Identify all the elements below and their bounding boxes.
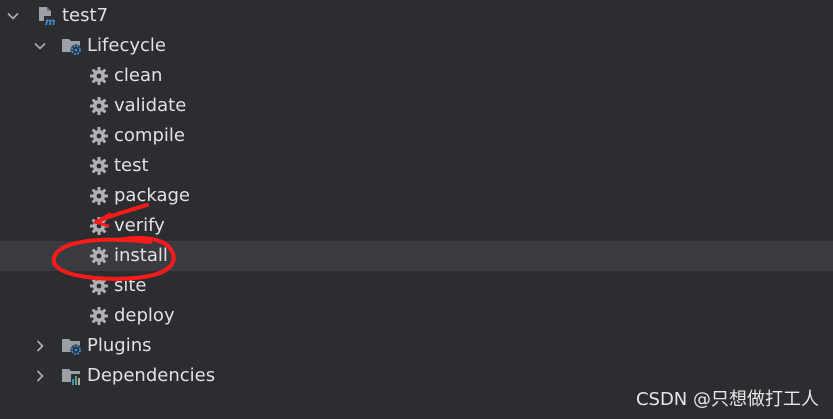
tree-node-label: test — [114, 155, 149, 176]
watermark: CSDN @只想做打工人 — [635, 389, 819, 410]
dependencies-folder-icon — [61, 365, 83, 387]
tree-node-label: test7 — [62, 5, 109, 26]
lifecycle-goal-verify[interactable]: verify — [0, 211, 833, 241]
tree-node-label: verify — [114, 215, 165, 236]
tree-node-label: package — [114, 185, 190, 206]
tree-node-label: Dependencies — [87, 365, 216, 386]
chevron-down-icon[interactable] — [33, 39, 47, 53]
gear-icon — [88, 245, 110, 267]
gear-icon — [88, 95, 110, 117]
lifecycle-goal-validate[interactable]: validate — [0, 91, 833, 121]
maven-module-icon: m — [36, 5, 58, 27]
gear-icon — [88, 65, 110, 87]
tree-node-root[interactable]: m test7 — [0, 1, 833, 31]
tree-node-label: clean — [114, 65, 163, 86]
tree-node-label: install — [114, 245, 168, 266]
gear-icon — [88, 215, 110, 237]
lifecycle-goal-deploy[interactable]: deploy — [0, 301, 833, 331]
tree-node-label: site — [114, 275, 147, 296]
chevron-right-icon[interactable] — [33, 369, 47, 383]
lifecycle-goal-test[interactable]: test — [0, 151, 833, 181]
tree-node-label: Plugins — [87, 335, 152, 356]
maven-tool-window: m test7 Lifecycle clean validate compile te… — [0, 0, 833, 419]
lifecycle-folder-icon — [61, 35, 83, 57]
svg-text:m: m — [45, 17, 55, 27]
lifecycle-goal-package[interactable]: package — [0, 181, 833, 211]
gear-icon — [88, 155, 110, 177]
gear-icon — [88, 185, 110, 207]
lifecycle-goal-install[interactable]: install — [0, 241, 833, 271]
tree-node-label: compile — [114, 125, 185, 146]
gear-icon — [88, 275, 110, 297]
tree-node-label: deploy — [114, 305, 175, 326]
plugins-folder-icon — [61, 335, 83, 357]
chevron-down-icon[interactable] — [6, 9, 20, 23]
lifecycle-goal-compile[interactable]: compile — [0, 121, 833, 151]
lifecycle-goal-clean[interactable]: clean — [0, 61, 833, 91]
tree-node-label: validate — [114, 95, 187, 116]
tree-node-plugins[interactable]: Plugins — [0, 331, 833, 361]
tree-node-lifecycle[interactable]: Lifecycle — [0, 31, 833, 61]
tree-node-label: Lifecycle — [87, 35, 166, 56]
lifecycle-goal-site[interactable]: site — [0, 271, 833, 301]
gear-icon — [88, 125, 110, 147]
gear-icon — [88, 305, 110, 327]
chevron-right-icon[interactable] — [33, 339, 47, 353]
